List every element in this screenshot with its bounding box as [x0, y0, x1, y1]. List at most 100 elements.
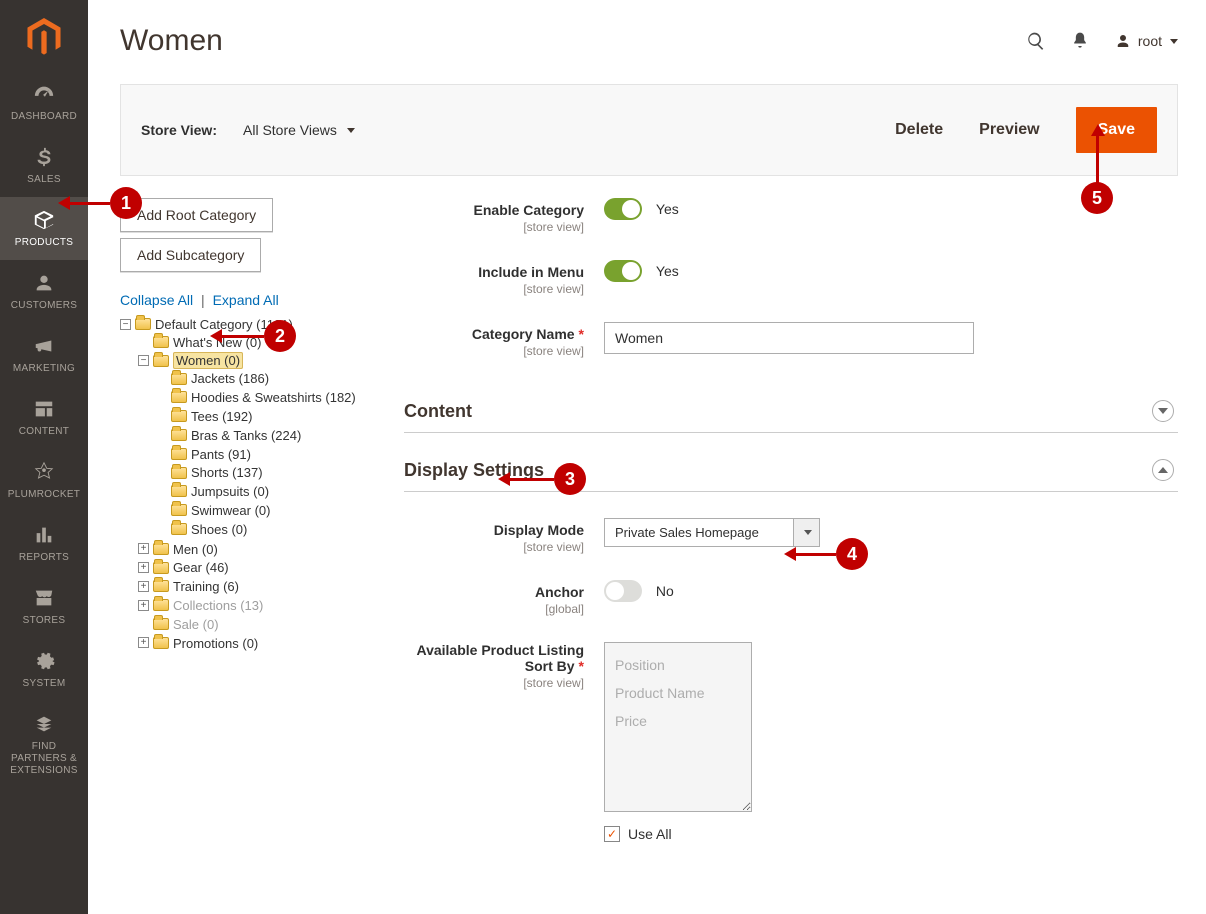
main-content: 1 2 3 4 5 Women root Store View: All Sto…: [88, 0, 1206, 908]
tree-label: Promotions (0): [173, 635, 258, 650]
tree-expand-icon[interactable]: +: [138, 581, 149, 592]
chevron-down-icon: [1158, 408, 1168, 414]
section-collapse-icon: [1152, 459, 1174, 481]
tree-label: Pants (91): [191, 446, 251, 461]
nav-content[interactable]: CONTENT: [0, 386, 88, 449]
tree-expand-icon[interactable]: +: [138, 600, 149, 611]
tree-label: Shoes (0): [191, 522, 247, 537]
save-button[interactable]: Save: [1076, 107, 1157, 153]
arrow-icon: [1091, 124, 1105, 136]
collapse-all-link[interactable]: Collapse All: [120, 292, 193, 308]
tree-node[interactable]: Jackets (186): [156, 368, 380, 387]
list-item[interactable]: Product Name: [615, 679, 741, 707]
nav-customers[interactable]: CUSTOMERS: [0, 260, 88, 323]
tree-node[interactable]: +Collections (13): [138, 595, 380, 614]
gear-icon: [32, 650, 56, 672]
tree-node[interactable]: Bras & Tanks (224): [156, 425, 380, 444]
gauge-icon: [32, 83, 56, 105]
tree-node[interactable]: Swimwear (0): [156, 500, 380, 519]
nav-products[interactable]: PRODUCTS: [0, 197, 88, 260]
folder-icon: [153, 637, 169, 649]
chevron-down-icon: [794, 518, 820, 547]
section-display-settings[interactable]: Display Settings: [404, 443, 1178, 492]
field-scope: [store view]: [404, 344, 584, 358]
arrow-icon: [498, 472, 510, 486]
nav-dashboard[interactable]: DASHBOARD: [0, 71, 88, 134]
tree-collapse-icon[interactable]: −: [138, 355, 149, 366]
tree-expand-icon[interactable]: +: [138, 637, 149, 648]
bars-icon: [32, 524, 56, 546]
annotation-1: 1: [110, 187, 142, 219]
nav-sales[interactable]: SALES: [0, 134, 88, 197]
expand-all-link[interactable]: Expand All: [213, 292, 279, 308]
add-root-category-button[interactable]: Add Root Category: [120, 198, 273, 232]
preview-button[interactable]: Preview: [979, 121, 1039, 139]
enable-category-toggle[interactable]: [604, 198, 642, 220]
nav-system[interactable]: SYSTEM: [0, 638, 88, 701]
folder-icon: [171, 485, 187, 497]
tree-node[interactable]: −Default Category (1181) What's New (0) …: [120, 314, 380, 652]
anchor-toggle[interactable]: [604, 580, 642, 602]
bell-icon[interactable]: [1070, 31, 1090, 51]
page-header: Women root: [120, 24, 1178, 58]
chevron-up-icon: [1158, 467, 1168, 473]
nav-partners[interactable]: FIND PARTNERS & EXTENSIONS: [0, 701, 88, 789]
category-name-input[interactable]: [604, 322, 974, 354]
search-icon[interactable]: [1026, 31, 1046, 51]
add-subcategory-button[interactable]: Add Subcategory: [120, 238, 261, 272]
nav-reports[interactable]: REPORTS: [0, 512, 88, 575]
user-menu[interactable]: root: [1114, 32, 1178, 50]
tree-node[interactable]: Jumpsuits (0): [156, 481, 380, 500]
magento-logo: [0, 0, 88, 71]
tree-node[interactable]: Shoes (0): [156, 519, 380, 538]
tree-label: Hoodies & Sweatshirts (182): [191, 390, 356, 405]
chevron-down-icon: [347, 128, 355, 133]
arrow-icon: [784, 547, 796, 561]
tree-collapse-icon[interactable]: −: [120, 319, 131, 330]
tree-node[interactable]: Sale (0): [138, 614, 380, 633]
admin-sidebar: DASHBOARD SALES PRODUCTS CUSTOMERS MARKE…: [0, 0, 88, 914]
tree-node[interactable]: +Men (0): [138, 539, 380, 558]
field-category-name: Category Name* [store view]: [404, 322, 1178, 358]
tree-node-women[interactable]: −Women (0) Jackets (186) Hoodies & Sweat…: [138, 351, 380, 539]
tree-node[interactable]: Tees (192): [156, 406, 380, 425]
megaphone-icon: [32, 335, 56, 357]
nav-label: SALES: [4, 174, 84, 185]
layout-icon: [32, 398, 56, 420]
tree-node[interactable]: + Gear (46): [138, 557, 380, 576]
field-scope: [store view]: [404, 540, 584, 554]
user-name: root: [1138, 33, 1162, 49]
sort-by-multiselect[interactable]: Position Product Name Price: [604, 642, 752, 812]
list-item[interactable]: Position: [615, 651, 741, 679]
tree-node[interactable]: Shorts (137): [156, 462, 380, 481]
tree-expand-icon[interactable]: +: [138, 562, 149, 573]
page-title: Women: [120, 24, 223, 58]
include-menu-toggle[interactable]: [604, 260, 642, 282]
display-mode-select[interactable]: Private Sales Homepage: [604, 518, 820, 547]
store-view-switcher[interactable]: All Store Views: [243, 122, 355, 138]
person-icon: [32, 272, 56, 294]
section-title: Content: [404, 401, 472, 422]
use-all-checkbox[interactable]: ✓: [604, 826, 620, 842]
folder-icon: [171, 448, 187, 460]
delete-button[interactable]: Delete: [895, 121, 943, 139]
nav-plumrocket[interactable]: PLUMROCKET: [0, 449, 88, 512]
store-view-label: Store View:: [141, 122, 217, 138]
dollar-icon: [32, 146, 56, 168]
list-item[interactable]: Price: [615, 707, 741, 735]
field-include-menu: Include in Menu [store view] Yes: [404, 260, 1178, 296]
folder-icon: [135, 318, 151, 330]
tree-node[interactable]: + Promotions (0): [138, 633, 380, 652]
nav-marketing[interactable]: MARKETING: [0, 323, 88, 386]
tree-label: Gear (46): [173, 560, 229, 575]
magento-logo-icon: [27, 18, 61, 56]
nav-stores[interactable]: STORES: [0, 575, 88, 638]
nav-label: PLUMROCKET: [4, 489, 84, 500]
tree-node[interactable]: +Training (6): [138, 576, 380, 595]
annotation-2: 2: [264, 320, 296, 352]
tree-node[interactable]: Hoodies & Sweatshirts (182): [156, 387, 380, 406]
section-content[interactable]: Content: [404, 384, 1178, 433]
folder-icon: [171, 523, 187, 535]
tree-expand-icon[interactable]: +: [138, 543, 149, 554]
tree-node[interactable]: Pants (91): [156, 444, 380, 463]
